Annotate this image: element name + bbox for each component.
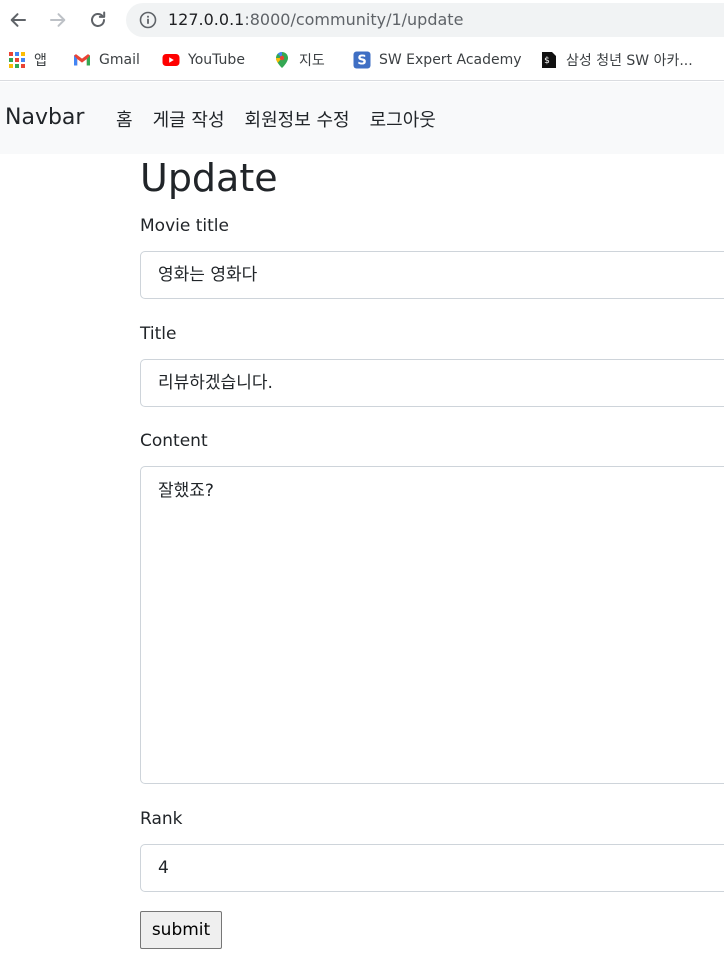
info-icon[interactable] [139,11,157,29]
bookmark-label: 앱 [34,53,47,69]
url-text[interactable]: 127.0.0.1:8000/community/1/update [168,10,463,29]
back-button[interactable] [6,8,30,32]
page-navbar: Navbar 홈 게글 작성 회원정보 수정 로그아웃 [0,82,724,154]
nav-edit-profile-link[interactable]: 회원정보 수정 [245,106,350,132]
page-title: Update [140,156,278,200]
forward-button[interactable] [46,8,70,32]
rank-label: Rank [140,809,183,829]
bookmark-label: YouTube [188,52,245,68]
svg-text:$: $ [544,56,550,66]
bookmark-label: SW Expert Academy [379,52,522,68]
rank-input[interactable]: 4 [140,844,724,892]
navbar-links: 홈 게글 작성 회원정보 수정 로그아웃 [116,106,456,132]
youtube-icon [162,54,180,66]
maps-pin-icon [276,52,288,68]
back-arrow-icon [10,13,26,27]
bookmark-youtube[interactable]: YouTube [162,48,245,72]
gmail-icon [74,54,90,66]
bookmark-label: Gmail [99,52,140,68]
title-input[interactable]: 리뷰하겠습니다. [140,359,724,407]
nav-home-link[interactable]: 홈 [116,106,133,132]
submit-button[interactable]: submit [140,911,222,949]
browser-toolbar: 127.0.0.1:8000/community/1/update [0,0,724,40]
address-bar[interactable]: 127.0.0.1:8000/community/1/update [126,3,724,37]
swea-icon: S [353,51,371,69]
movie-title-label: Movie title [140,216,229,236]
bookmark-maps[interactable]: 지도 [273,48,325,72]
forward-arrow-icon [50,13,66,27]
nav-create-post-link[interactable]: 게글 작성 [153,106,225,132]
svg-text:S: S [357,54,366,69]
bookmark-swea[interactable]: S SW Expert Academy [353,48,522,72]
bookmark-label: 삼성 청년 SW 아카... [566,53,693,69]
bookmarks-bar: 앱 Gmail YouTube 지도 S SW Expert Academy $… [0,40,724,81]
movie-title-input[interactable]: 영화는 영화다 [140,251,724,299]
navbar-brand[interactable]: Navbar [5,105,84,130]
content-label: Content [140,431,208,451]
content-textarea[interactable]: 잘했죠? [140,466,724,784]
bookmark-label: 지도 [299,53,325,69]
ssafy-icon: $ [542,52,556,68]
bookmark-apps[interactable]: 앱 [8,48,47,72]
reload-button[interactable] [86,8,110,32]
nav-logout-link[interactable]: 로그아웃 [370,106,436,132]
title-label: Title [140,324,177,344]
reload-icon [91,11,106,27]
bookmark-gmail[interactable]: Gmail [73,48,140,72]
apps-grid-icon [9,52,25,68]
bookmark-ssafy[interactable]: $ 삼성 청년 SW 아카... [540,48,693,72]
url-host: 127.0.0.1 [168,10,245,29]
url-path: :8000/community/1/update [244,10,464,29]
